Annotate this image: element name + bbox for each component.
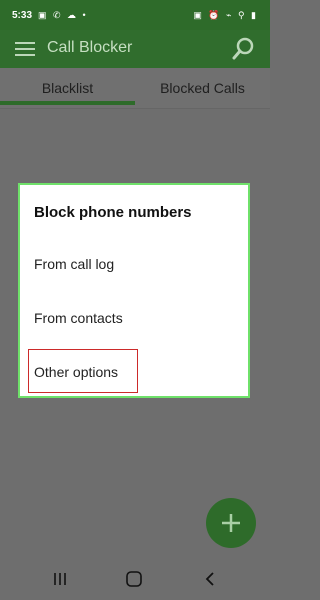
- tab-indicator: [0, 101, 135, 105]
- system-nav-bar: [0, 558, 270, 600]
- app-toolbar: Call Blocker: [0, 30, 270, 68]
- status-time: 5:33: [12, 9, 33, 21]
- add-button[interactable]: [206, 498, 256, 548]
- option-from-contacts[interactable]: From contacts: [34, 310, 123, 326]
- menu-icon[interactable]: [15, 39, 35, 59]
- home-icon[interactable]: [124, 570, 144, 588]
- option-other-options[interactable]: Other options: [34, 364, 118, 380]
- search-icon[interactable]: [230, 35, 258, 63]
- option-from-call-log[interactable]: From call log: [34, 256, 114, 272]
- tab-blocked-calls[interactable]: Blocked Calls: [135, 68, 270, 108]
- recent-apps-icon[interactable]: [50, 570, 70, 588]
- plus-icon: [222, 514, 240, 532]
- block-numbers-dialog: Block phone numbers From call log From c…: [18, 183, 250, 398]
- app-title: Call Blocker: [47, 39, 133, 56]
- dialog-title: Block phone numbers: [34, 204, 192, 221]
- system-status-icons: ▣ ⏰ ⌁ ⚲ ▮: [193, 9, 258, 20]
- notification-icons: ▣ ✆ ☁ •: [38, 9, 88, 20]
- status-bar: 5:33 ▣ ✆ ☁ • ▣ ⏰ ⌁ ⚲ ▮: [0, 0, 270, 30]
- back-icon[interactable]: [200, 570, 220, 588]
